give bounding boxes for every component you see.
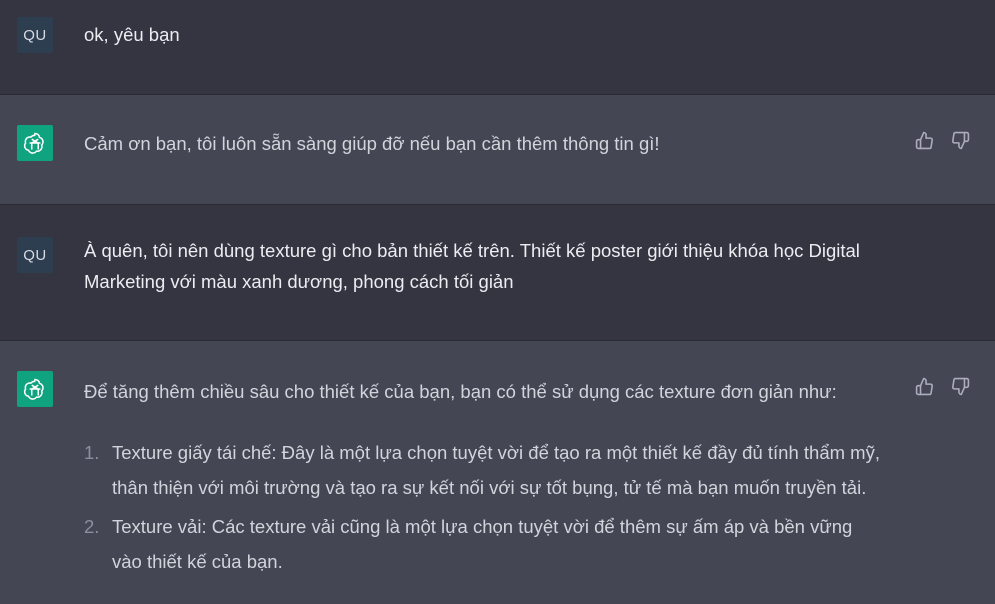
thumbs-up-icon [915,377,933,395]
list-item-text: Texture vải: Các texture vải cũng là một… [112,516,853,572]
user-message-row: QU À quên, tôi nên dùng texture gì cho b… [0,205,995,341]
list-item: 1. Texture giấy tái chế: Đây là một lựa … [84,435,884,505]
feedback-buttons [913,375,971,397]
thumbs-up-icon [915,131,933,149]
user-avatar: QU [17,17,53,53]
list-item-number: 1. [84,442,100,463]
chat-thread: QU ok, yêu bạn Cảm ơn bạn, tôi luôn sẵn … [0,0,995,604]
thumbs-up-button[interactable] [913,129,935,151]
thumbs-down-button[interactable] [949,375,971,397]
feedback-buttons [913,129,971,151]
assistant-message-body: Để tăng thêm chiều sâu cho thiết kế của … [84,374,884,583]
openai-logo-icon [17,125,53,161]
user-message-row: QU ok, yêu bạn [0,0,995,95]
assistant-intro-text: Để tăng thêm chiều sâu cho thiết kế của … [84,381,837,402]
assistant-message-row: Cảm ơn bạn, tôi luôn sẵn sàng giúp đỡ nế… [0,95,995,205]
assistant-message-text: Cảm ơn bạn, tôi luôn sẵn sàng giúp đỡ nế… [84,133,660,154]
assistant-message-row: Để tăng thêm chiều sâu cho thiết kế của … [0,341,995,604]
thumbs-down-icon [951,377,969,395]
list-item: 2. Texture vải: Các texture vải cũng là … [84,509,884,579]
list-item-text: Texture giấy tái chế: Đây là một lựa chọ… [112,442,880,498]
user-avatar: QU [17,237,53,273]
openai-logo-icon [17,371,53,407]
user-message-text: À quên, tôi nên dùng texture gì cho bản … [84,240,860,292]
list-item-number: 2. [84,516,100,537]
answer-list: 1. Texture giấy tái chế: Đây là một lựa … [84,435,884,579]
thumbs-down-icon [951,131,969,149]
thumbs-down-button[interactable] [949,129,971,151]
thumbs-up-button[interactable] [913,375,935,397]
user-message-text: ok, yêu bạn [84,24,180,45]
